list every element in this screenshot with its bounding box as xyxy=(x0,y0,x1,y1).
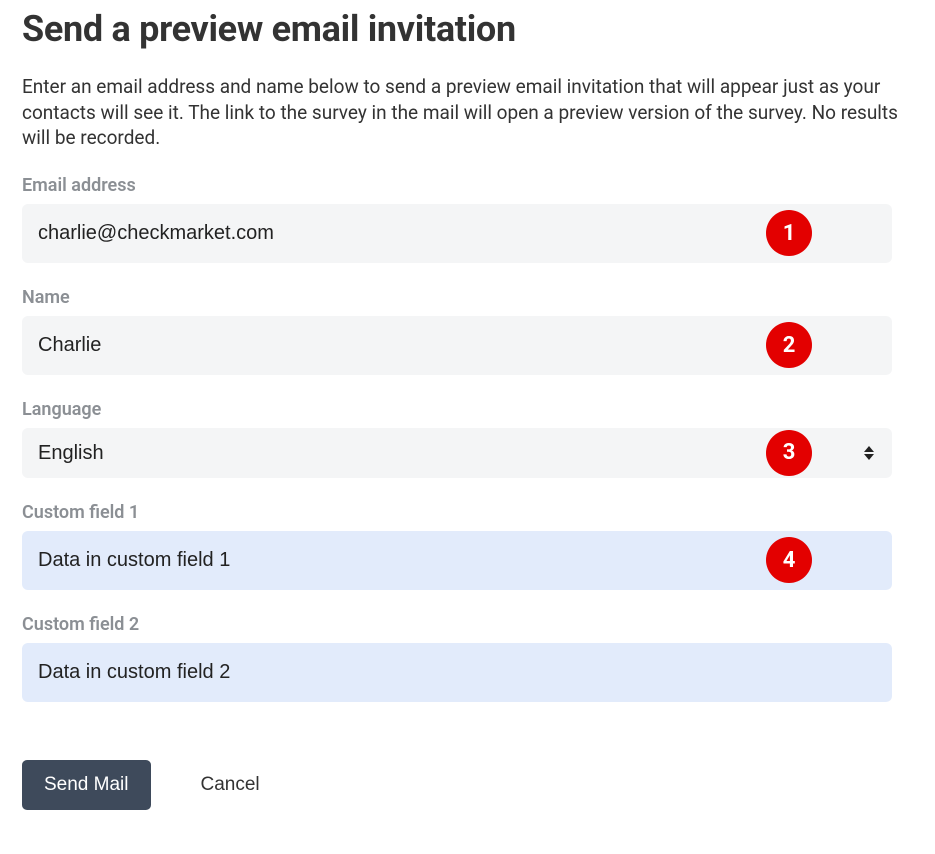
send-mail-button[interactable]: Send Mail xyxy=(22,760,151,810)
custom1-label: Custom field 1 xyxy=(22,502,913,523)
field-custom2: Custom field 2 xyxy=(22,614,913,702)
intro-text: Enter an email address and name below to… xyxy=(22,74,913,151)
page-title: Send a preview email invitation xyxy=(22,8,913,50)
field-language: Language English 3 xyxy=(22,399,913,478)
language-select[interactable]: English xyxy=(22,428,892,478)
language-label: Language xyxy=(22,399,913,420)
custom2-label: Custom field 2 xyxy=(22,614,913,635)
field-custom1: Custom field 1 4 xyxy=(22,502,913,590)
field-name: Name 2 xyxy=(22,287,913,375)
custom2-input[interactable] xyxy=(22,643,892,702)
actions-row: Send Mail Cancel xyxy=(22,760,913,810)
email-input[interactable] xyxy=(22,204,892,263)
field-email: Email address 1 xyxy=(22,175,913,263)
custom1-input[interactable] xyxy=(22,531,892,590)
cancel-button[interactable]: Cancel xyxy=(191,760,270,810)
name-label: Name xyxy=(22,287,913,308)
name-input[interactable] xyxy=(22,316,892,375)
email-label: Email address xyxy=(22,175,913,196)
